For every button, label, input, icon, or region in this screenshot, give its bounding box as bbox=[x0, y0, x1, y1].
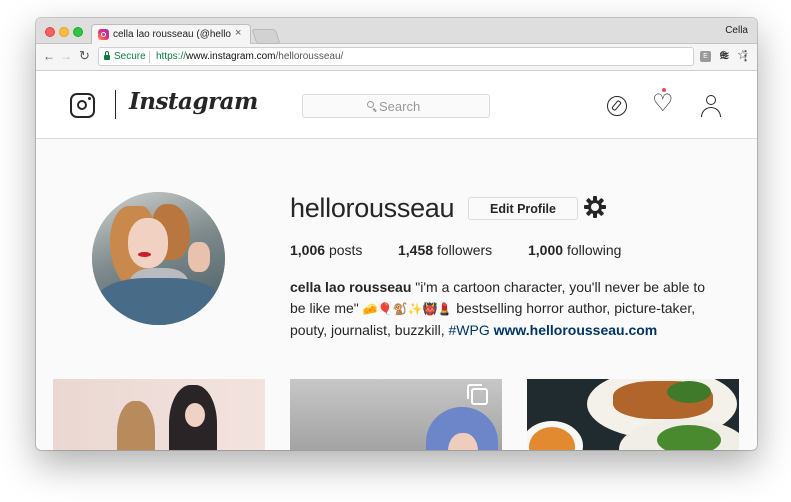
gear-hub bbox=[591, 203, 599, 211]
gear-icon[interactable] bbox=[584, 196, 606, 218]
new-tab-button[interactable] bbox=[251, 29, 281, 44]
instagram-glyph-icon[interactable] bbox=[70, 93, 95, 118]
maximize-window-button[interactable] bbox=[73, 27, 83, 37]
browser-profile-name[interactable]: Cella bbox=[725, 25, 748, 36]
tab-close-icon[interactable]: × bbox=[235, 27, 241, 39]
followers-label: followers bbox=[436, 242, 493, 258]
photo-person bbox=[117, 401, 155, 450]
person-icon[interactable] bbox=[700, 95, 722, 117]
posts-count-value: 1,006 bbox=[290, 242, 326, 258]
search-input[interactable]: Search bbox=[302, 94, 490, 118]
browser-tab-active[interactable]: cella lao rousseau (@hellorousseau) × bbox=[91, 24, 251, 45]
posts-label: posts bbox=[328, 242, 363, 258]
post-thumbnail[interactable] bbox=[53, 379, 265, 450]
secure-label: Secure bbox=[114, 51, 146, 62]
edit-profile-button[interactable]: Edit Profile bbox=[468, 197, 578, 220]
profile-username: hellorousseau bbox=[290, 193, 455, 223]
close-window-button[interactable] bbox=[45, 27, 55, 37]
reload-icon[interactable]: ↻ bbox=[79, 49, 90, 63]
followers-count-value: 1,458 bbox=[398, 242, 434, 258]
avatar-lips bbox=[138, 252, 151, 257]
url-separator bbox=[149, 51, 150, 63]
followers-count[interactable]: 1,458 followers bbox=[398, 242, 492, 258]
profile-bio: cella lao rousseau "i'm a cartoon charac… bbox=[290, 277, 710, 341]
photo-face bbox=[185, 403, 205, 427]
photo-greens bbox=[657, 425, 721, 450]
browser-window: cella lao rousseau (@hellorousseau) × Ce… bbox=[36, 18, 757, 450]
minimize-window-button[interactable] bbox=[59, 27, 69, 37]
url-host: www.instagram.com bbox=[186, 51, 276, 62]
bio-emojis: 🧀🎈🐒✨👹💄 bbox=[362, 302, 453, 316]
following-count[interactable]: 1,000 following bbox=[528, 242, 621, 258]
heart-icon[interactable]: ♡ bbox=[652, 89, 674, 119]
instagram-header: Instagram Search ♡ bbox=[36, 71, 757, 139]
search-placeholder: Search bbox=[379, 99, 421, 114]
back-arrow-icon[interactable]: ← bbox=[43, 49, 55, 63]
notification-dot bbox=[662, 88, 666, 92]
photo-greens bbox=[667, 381, 711, 403]
posts-count: 1,006 posts bbox=[290, 242, 362, 258]
avatar-face bbox=[128, 218, 168, 268]
forward-arrow-icon[interactable]: → bbox=[60, 49, 72, 63]
avatar-hand bbox=[188, 242, 210, 272]
tab-bar: cella lao rousseau (@hellorousseau) × Ce… bbox=[36, 18, 757, 45]
tab-title: cella lao rousseau (@hellorousseau) bbox=[113, 29, 231, 40]
logo-divider bbox=[115, 90, 116, 119]
buffer-extension-icon[interactable]: ≋ bbox=[719, 48, 730, 64]
following-label: following bbox=[566, 242, 622, 258]
person-body bbox=[701, 107, 721, 117]
instagram-wordmark[interactable]: Instagram bbox=[129, 88, 258, 115]
address-bar[interactable]: Secure https://www.instagram.com/helloro… bbox=[98, 47, 749, 66]
browser-toolbar: ← → ↻ Secure https://www.instagram.com/h… bbox=[36, 44, 757, 71]
search-icon bbox=[367, 101, 374, 108]
lock-icon bbox=[104, 51, 110, 60]
avatar[interactable] bbox=[92, 192, 225, 325]
post-thumbnail[interactable] bbox=[527, 379, 739, 450]
avatar-jacket bbox=[98, 278, 219, 325]
url-path: /hellorousseau/ bbox=[275, 51, 344, 62]
full-name: cella lao rousseau bbox=[290, 279, 412, 295]
url-text[interactable]: https://www.instagram.com/hellorousseau/ bbox=[156, 51, 343, 62]
person-head bbox=[706, 95, 716, 105]
bio-hashtag-link[interactable]: #WPG bbox=[448, 322, 489, 338]
post-thumbnail[interactable] bbox=[290, 379, 502, 450]
extension-icon[interactable]: E bbox=[700, 51, 711, 62]
instagram-favicon-icon bbox=[98, 29, 109, 40]
browser-menu-icon[interactable]: ⋮ bbox=[739, 48, 752, 64]
carousel-icon bbox=[467, 384, 488, 405]
compass-icon[interactable] bbox=[607, 96, 627, 116]
url-scheme: https:// bbox=[156, 51, 187, 62]
following-count-value: 1,000 bbox=[528, 242, 564, 258]
website-link[interactable]: www.hellorousseau.com bbox=[494, 322, 658, 338]
